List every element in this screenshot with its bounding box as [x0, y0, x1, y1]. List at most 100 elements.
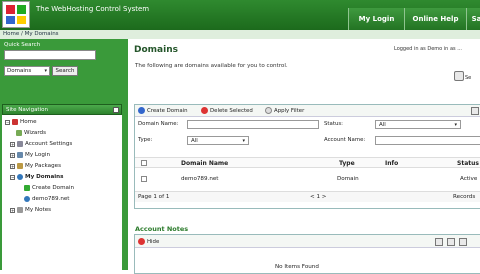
nav-item-domain-demo789[interactable]: demo789.net: [24, 196, 70, 202]
hide-label: Hide: [147, 238, 160, 245]
nav-item-account-settings[interactable]: + Account Settings: [10, 141, 72, 147]
settings-icon: [17, 141, 23, 147]
delete-icon: [201, 107, 208, 114]
search-button[interactable]: Search: [52, 66, 78, 76]
collapse-toggle-icon[interactable]: −: [10, 174, 15, 180]
page-navigation[interactable]: < 1 >: [310, 194, 327, 200]
nav-item-label: Wizards: [24, 130, 46, 136]
chevron-down-icon: ▾: [242, 138, 245, 144]
page-info: Page 1 of 1: [138, 194, 170, 200]
apply-filter-label: Apply Filter: [274, 107, 305, 114]
site-navigation-title: Site Navigation: [6, 107, 48, 113]
column-domain-name[interactable]: Domain Name: [181, 160, 228, 167]
apply-filter-button[interactable]: Apply Filter: [265, 107, 304, 114]
app-header: The WebHosting Control System My Login O…: [0, 0, 480, 30]
grid-header: Domain Name Type Info Status: [135, 157, 480, 168]
nav-item-label: My Login: [25, 152, 51, 158]
nav-item-home[interactable]: − Home: [5, 119, 37, 125]
create-domain-button[interactable]: Create Domain: [138, 107, 188, 114]
app-logo: [2, 1, 30, 28]
notes-toolbar: Hide: [135, 235, 480, 248]
home-icon: [12, 119, 18, 125]
status-filter-select[interactable]: All ▾: [375, 120, 461, 129]
create-icon: [138, 107, 145, 114]
delete-selected-button[interactable]: Delete Selected: [201, 107, 253, 114]
status-filter-value: All: [379, 122, 386, 128]
collapse-icon[interactable]: [113, 107, 119, 113]
package-icon: [17, 163, 23, 169]
nav-item-label: Home: [20, 119, 37, 125]
note-add-icon[interactable]: [435, 238, 443, 246]
grid-pager: Page 1 of 1 < 1 > Records: [135, 191, 480, 202]
notes-icon: [17, 207, 23, 213]
nav-item-create-domain[interactable]: Create Domain: [24, 185, 74, 191]
notes-empty-message: No Items Found: [275, 264, 319, 270]
filter-icon: [265, 107, 272, 114]
nav-item-wizards[interactable]: Wizards: [16, 130, 46, 136]
column-status[interactable]: Status: [457, 160, 479, 167]
type-filter-value: All: [191, 138, 198, 144]
tab-my-login[interactable]: My Login: [348, 8, 404, 30]
row-status: Active: [460, 176, 478, 182]
globe-icon: [17, 174, 23, 180]
row-domain-name[interactable]: demo789.net: [181, 176, 219, 182]
export-icon[interactable]: [471, 107, 479, 115]
settings-icon[interactable]: [454, 71, 464, 81]
logged-in-status: Logged in as Demo in as ...: [394, 46, 462, 52]
nav-item-label: My Packages: [25, 163, 62, 169]
page-intro: The following are domains available for …: [135, 63, 288, 69]
breadcrumb[interactable]: Home / My Domains: [0, 30, 480, 39]
nav-item-my-login[interactable]: + My Login: [10, 152, 50, 158]
column-type[interactable]: Type: [339, 160, 355, 167]
domain-name-filter-label: Domain Name:: [138, 121, 179, 127]
nav-item-my-notes[interactable]: + My Notes: [10, 207, 51, 213]
expand-toggle-icon[interactable]: +: [10, 207, 15, 213]
globe-icon: [24, 196, 30, 202]
nav-item-my-domains[interactable]: − My Domains: [10, 174, 63, 180]
quick-search-type-select[interactable]: Domains ▾: [4, 66, 50, 76]
collapse-toggle-icon[interactable]: −: [5, 119, 10, 125]
expand-toggle-icon[interactable]: +: [10, 141, 15, 147]
note-edit-icon[interactable]: [447, 238, 455, 246]
nav-item-label: Create Domain: [32, 185, 75, 191]
main-content: Domains Logged in as Demo in as ... The …: [128, 39, 480, 274]
account-notes-title: Account Notes: [135, 225, 189, 233]
site-navigation-header: Site Navigation: [2, 104, 122, 115]
type-filter-select[interactable]: All ▾: [187, 136, 249, 145]
account-name-filter-input[interactable]: [375, 136, 480, 145]
status-filter-label: Status:: [324, 121, 343, 127]
note-delete-icon[interactable]: [459, 238, 467, 246]
page-title: Domains: [134, 45, 178, 55]
left-sidebar: Quick Search Domains ▾ Search Site Naviga…: [0, 39, 128, 270]
tab-online-help[interactable]: Online Help: [404, 8, 466, 30]
nav-item-label: Account Settings: [25, 141, 73, 147]
quick-search-label: Quick Search: [4, 42, 41, 48]
nav-item-label: My Notes: [25, 207, 52, 213]
tab-partial[interactable]: Sa: [466, 8, 480, 30]
expand-toggle-icon[interactable]: +: [10, 163, 15, 169]
quick-search-input[interactable]: [4, 50, 96, 60]
wizard-icon: [16, 130, 22, 136]
select-all-checkbox[interactable]: [141, 160, 147, 166]
domains-grid: Create Domain Delete Selected Apply Filt…: [134, 104, 480, 209]
chevron-down-icon: ▾: [454, 122, 457, 128]
nav-item-my-packages[interactable]: + My Packages: [10, 163, 61, 169]
records-info: Records: [453, 194, 476, 200]
grid-toolbar: Create Domain Delete Selected Apply Filt…: [135, 105, 480, 117]
type-filter-label: Type:: [138, 137, 153, 143]
column-info[interactable]: Info: [385, 160, 398, 167]
row-checkbox[interactable]: [141, 176, 147, 182]
expand-toggle-icon[interactable]: +: [10, 152, 15, 158]
quick-search-type-value: Domains: [7, 68, 32, 74]
domain-name-filter-input[interactable]: [187, 120, 319, 129]
delete-selected-label: Delete Selected: [210, 107, 253, 114]
nav-item-label: My Domains: [25, 174, 64, 180]
chevron-down-icon: ▾: [44, 68, 47, 74]
hide-notes-button[interactable]: Hide: [138, 238, 159, 245]
row-type: Domain: [337, 176, 359, 182]
navigation-tree: − Home Wizards + Account Settings + My L…: [2, 115, 122, 270]
app-title: The WebHosting Control System: [36, 5, 150, 13]
nav-item-label: demo789.net: [32, 196, 70, 202]
account-notes-panel: Hide No Items Found: [134, 234, 480, 274]
settings-label[interactable]: Se: [465, 75, 471, 81]
